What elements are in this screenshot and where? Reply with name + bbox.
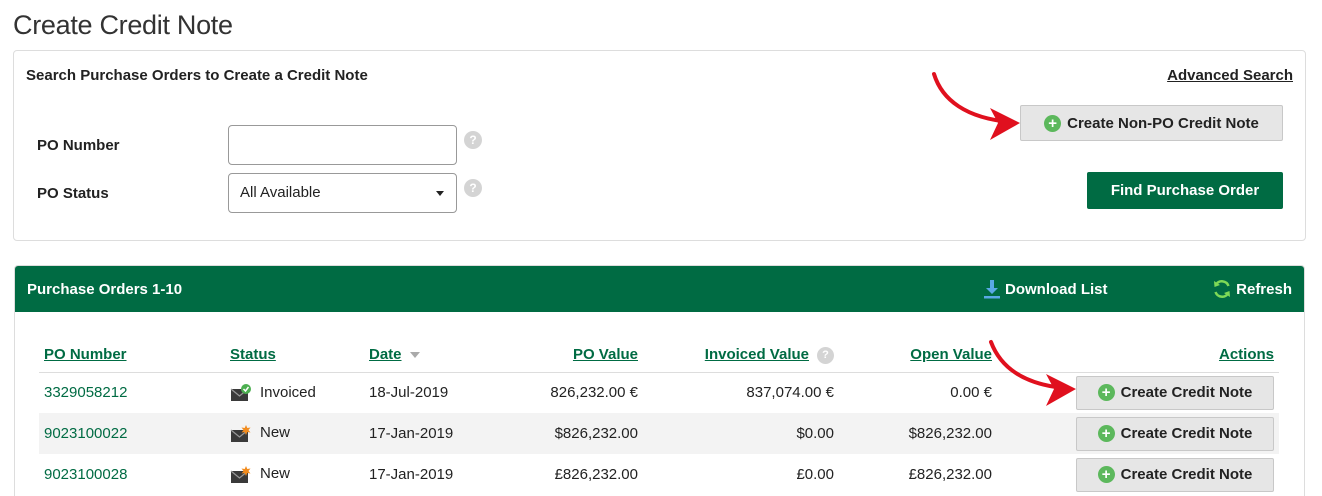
- po-value-cell: £826,232.00: [554, 466, 638, 483]
- purchase-orders-table-wrap: PO Number Status Date PO Value Invoiced …: [39, 338, 1279, 495]
- download-list-label: Download List: [1005, 280, 1108, 298]
- purchase-orders-table: PO Number Status Date PO Value Invoiced …: [39, 338, 1279, 495]
- plus-circle-icon: +: [1044, 114, 1062, 132]
- column-header-invoiced-value[interactable]: Invoiced Value?: [643, 338, 839, 373]
- create-non-po-credit-note-label: Create Non-PO Credit Note: [1067, 114, 1259, 132]
- new-envelope-icon: [230, 465, 251, 483]
- table-header-row: PO Number Status Date PO Value Invoiced …: [39, 338, 1279, 373]
- column-header-open-value[interactable]: Open Value: [839, 338, 997, 373]
- status-text: New: [260, 465, 291, 483]
- create-credit-note-label: Create Credit Note: [1120, 425, 1253, 442]
- column-header-date-label: Date: [369, 346, 402, 364]
- po-number-link[interactable]: 3329058212: [44, 384, 127, 401]
- invoiced-value-cell: £0.00: [796, 466, 834, 483]
- plus-circle-icon: +: [1097, 425, 1115, 442]
- table-row: 9023100022 New 17-Jan-2019 $826,232.00 $…: [39, 413, 1279, 454]
- po-value-cell: 826,232.00 €: [550, 384, 638, 402]
- page-title: Create Credit Note: [13, 10, 233, 40]
- download-icon: [984, 280, 1000, 299]
- find-purchase-order-button[interactable]: Find Purchase Order: [1087, 172, 1283, 209]
- create-credit-note-label: Create Credit Note: [1120, 384, 1253, 402]
- po-number-link[interactable]: 9023100028: [44, 466, 127, 483]
- refresh-icon: [1214, 280, 1231, 298]
- po-number-link[interactable]: 9023100022: [44, 425, 127, 442]
- search-panel: Search Purchase Orders to Create a Credi…: [13, 50, 1306, 241]
- column-header-invoiced-value-label: Invoiced Value: [704, 345, 809, 363]
- purchase-orders-panel: Purchase Orders 1-10 Download List Refre…: [14, 265, 1305, 496]
- po-number-help-icon[interactable]: ?: [464, 131, 482, 149]
- column-header-status[interactable]: Status: [225, 338, 364, 373]
- create-credit-note-label: Create Credit Note: [1120, 466, 1253, 483]
- column-header-po-value[interactable]: PO Value: [478, 338, 643, 373]
- invoiced-value-help-icon[interactable]: ?: [817, 346, 834, 364]
- table-row: 3329058212 Invoiced 18-Jul-2019 826,232.…: [39, 372, 1279, 413]
- status-text: Invoiced: [260, 383, 316, 401]
- create-credit-note-button[interactable]: + Create Credit Note: [1076, 416, 1274, 451]
- open-value-cell: 0.00 €: [950, 384, 992, 402]
- invoiced-value-cell: 837,074.00 €: [746, 384, 834, 402]
- create-non-po-credit-note-button[interactable]: + Create Non-PO Credit Note: [1020, 105, 1283, 141]
- po-status-label: PO Status: [37, 185, 109, 202]
- table-row: 9023100028 New 17-Jan-2019 £826,232.00 £…: [39, 454, 1279, 495]
- refresh-button[interactable]: Refresh: [1212, 279, 1292, 299]
- date-cell: 17-Jan-2019: [369, 466, 454, 483]
- caret-down-icon: [436, 191, 444, 196]
- po-status-select[interactable]: All Available: [228, 173, 457, 213]
- invoiced-envelope-icon: [230, 383, 251, 401]
- create-credit-note-button[interactable]: + Create Credit Note: [1076, 375, 1274, 410]
- invoiced-value-cell: $0.00: [643, 413, 839, 454]
- open-value-cell: £826,232.00: [908, 466, 992, 483]
- date-cell: 18-Jul-2019: [369, 384, 449, 402]
- advanced-search-link[interactable]: Advanced Search: [1167, 67, 1293, 84]
- new-envelope-icon: [230, 424, 251, 442]
- po-value-cell: $826,232.00: [478, 413, 643, 454]
- purchase-orders-header: Purchase Orders 1-10 Download List Refre…: [15, 266, 1304, 312]
- refresh-label: Refresh: [1236, 280, 1292, 298]
- po-status-help-icon[interactable]: ?: [464, 179, 482, 197]
- download-list-button[interactable]: Download List: [983, 279, 1108, 299]
- plus-circle-icon: +: [1097, 466, 1115, 483]
- purchase-orders-title: Purchase Orders 1-10: [27, 281, 183, 298]
- plus-circle-icon: +: [1097, 384, 1115, 402]
- status-text: New: [260, 424, 291, 442]
- column-header-po-number[interactable]: PO Number: [39, 338, 225, 373]
- po-status-selected-value: All Available: [240, 184, 321, 201]
- date-cell: 17-Jan-2019: [364, 413, 478, 454]
- create-credit-note-button[interactable]: + Create Credit Note: [1076, 457, 1274, 492]
- sort-desc-icon: [409, 352, 420, 359]
- po-number-input[interactable]: [228, 125, 457, 165]
- po-number-label: PO Number: [37, 137, 120, 154]
- search-panel-title: Search Purchase Orders to Create a Credi…: [26, 67, 368, 84]
- column-header-actions[interactable]: Actions: [997, 338, 1279, 373]
- open-value-cell: $826,232.00: [839, 413, 997, 454]
- column-header-date[interactable]: Date: [364, 338, 478, 373]
